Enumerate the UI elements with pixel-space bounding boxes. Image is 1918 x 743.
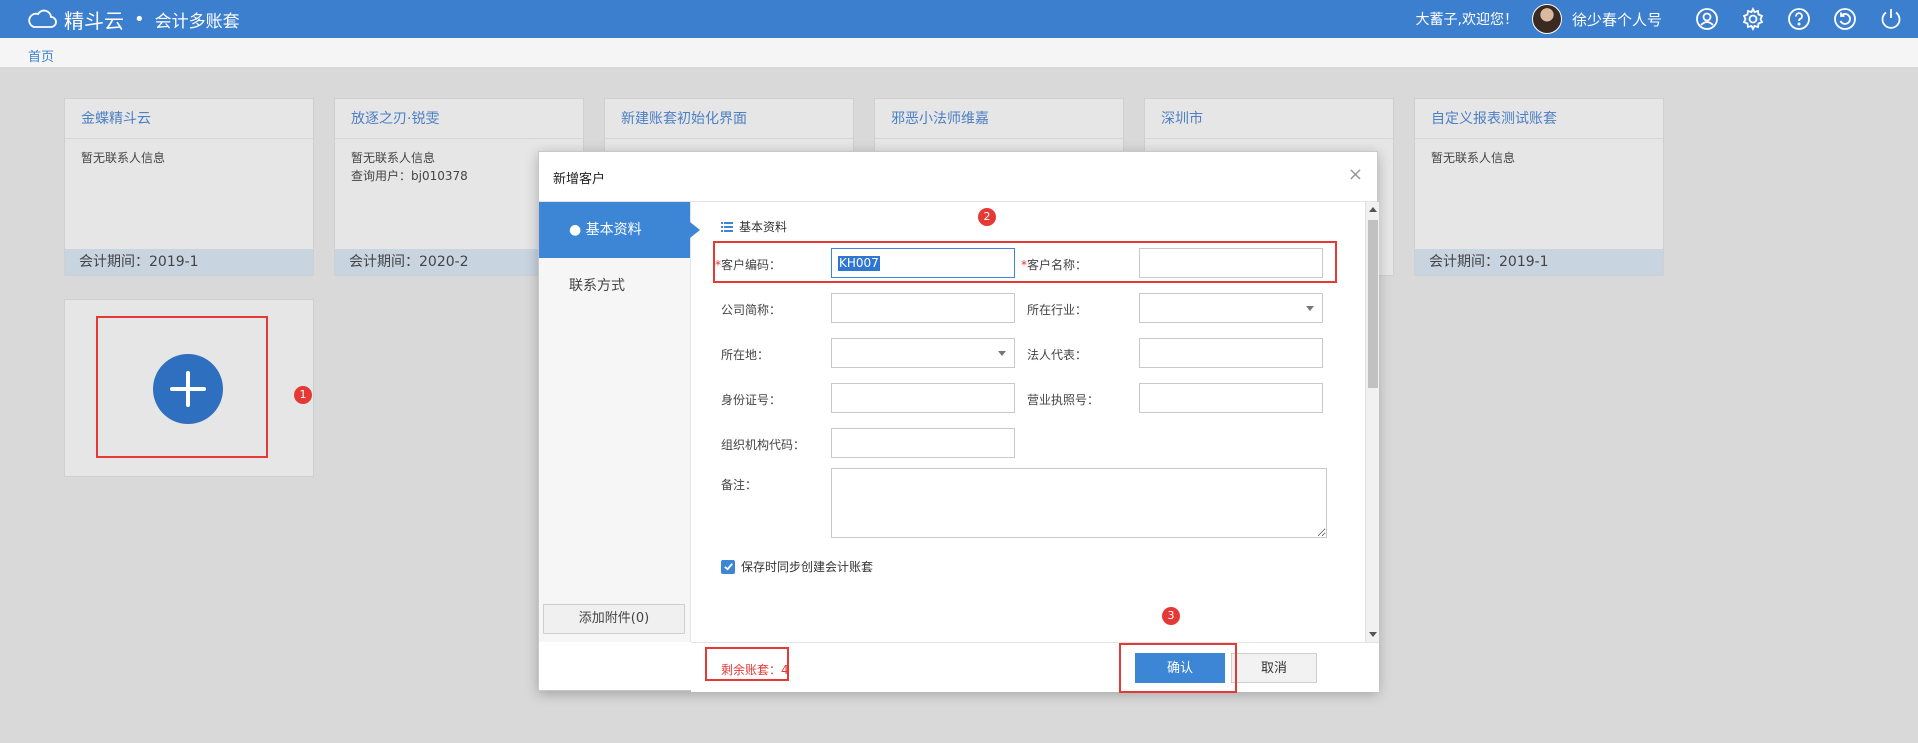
top-bar: 精斗云 • 会计多账套 大蓄子,欢迎您！ 徐少春个人号 (0, 0, 1918, 38)
dialog-sidebar: ● 基本资料 联系方式 添加附件(0) (539, 202, 700, 642)
scrollbar-thumb[interactable] (1368, 220, 1378, 388)
user-area: 大蓄子,欢迎您！ 徐少春个人号 (1416, 0, 1904, 38)
power-icon[interactable] (1878, 6, 1904, 32)
cloud-icon (28, 9, 57, 28)
account-card-period: 会计期间：2019-1 (65, 249, 313, 275)
cancel-button[interactable]: 取消 (1231, 653, 1317, 683)
dialog-content: 基本资料 *客户编码： KH007 *客户名称： 公司简称： 所在行业： 所在地… (691, 202, 1379, 642)
step-badge-2: 2 (978, 208, 996, 226)
add-attachment-button[interactable]: 添加附件(0) (543, 604, 685, 634)
id-number-input[interactable] (831, 383, 1015, 413)
help-icon[interactable] (1786, 6, 1812, 32)
product-name: 会计多账套 (154, 11, 240, 32)
sync-create-label: 保存时同步创建会计账套 (741, 560, 874, 574)
logo[interactable]: 精斗云 • 会计多账套 (26, 4, 240, 34)
welcome-text: 大蓄子,欢迎您！ (1415, 12, 1518, 28)
legal-rep-label: 法人代表： (1027, 348, 1088, 362)
breadcrumb-bar: 首页 (0, 38, 1918, 68)
location-label: 所在地： (721, 348, 770, 362)
brand-separator: • (134, 8, 145, 30)
refresh-icon[interactable] (1832, 6, 1858, 32)
highlight-box-1 (96, 316, 268, 458)
highlight-box-remaining (705, 647, 789, 681)
brand-name: 精斗云 (64, 8, 124, 33)
new-customer-dialog: 新增客户 × ● 基本资料 联系方式 添加附件(0) 基本资料 *客户编码： K… (538, 151, 1379, 693)
vertical-scrollbar[interactable] (1365, 202, 1379, 642)
form-row: 组织机构代码： (691, 428, 1331, 458)
industry-label: 所在行业： (1027, 303, 1088, 317)
account-card-title[interactable]: 放逐之刃·锐雯 (335, 99, 583, 139)
id-number-label: 身份证号： (721, 393, 782, 407)
dialog-title: 新增客户 (553, 172, 606, 187)
highlight-box-2 (713, 241, 1337, 283)
company-abbr-label: 公司简称： (721, 303, 782, 317)
step-badge-1: 1 (294, 386, 312, 404)
section-header: 基本资料 (721, 218, 787, 235)
scroll-down-arrow-icon[interactable] (1369, 632, 1377, 637)
account-card-title[interactable]: 金蝶精斗云 (65, 99, 313, 139)
check-icon (723, 563, 733, 571)
highlight-box-3 (1119, 643, 1237, 693)
step-badge-3: 3 (1162, 607, 1180, 625)
business-license-input[interactable] (1139, 383, 1323, 413)
account-card-title[interactable]: 邪恶小法师维嘉 (875, 99, 1123, 139)
dialog-footer: 剩余账套：4 确认 取消 (691, 642, 1379, 693)
gear-icon[interactable] (1740, 6, 1766, 32)
form-row: 身份证号： 营业执照号： (691, 383, 1331, 413)
form-row: 所在地： 法人代表： (691, 338, 1331, 368)
account-card-period: 会计期间：2019-1 (1415, 249, 1663, 275)
account-card-info: 暂无联系人信息 (1431, 151, 1516, 165)
user-icon[interactable] (1694, 6, 1720, 32)
business-license-label: 营业执照号： (1027, 393, 1100, 407)
account-card-title[interactable]: 深圳市 (1145, 99, 1393, 139)
avatar[interactable] (1531, 4, 1562, 34)
org-code-input[interactable] (831, 428, 1015, 458)
username[interactable]: 徐少春个人号 (1572, 9, 1662, 30)
account-card[interactable]: 自定义报表测试账套 暂无联系人信息 会计期间：2019-1 (1414, 98, 1664, 276)
chevron-down-icon (1306, 306, 1314, 311)
form-row: 公司简称： 所在行业： (691, 293, 1331, 323)
industry-select[interactable] (1139, 293, 1323, 323)
close-icon[interactable]: × (1348, 164, 1363, 185)
dialog-header: 新增客户 × (539, 152, 1377, 202)
remark-label: 备注： (721, 478, 758, 492)
account-card-title[interactable]: 新建账套初始化界面 (605, 99, 853, 139)
home-link[interactable]: 首页 (28, 46, 54, 65)
account-card[interactable]: 金蝶精斗云 暂无联系人信息 会计期间：2019-1 (64, 98, 314, 276)
account-card-info: 暂无联系人信息 (351, 151, 436, 165)
account-card-info: 暂无联系人信息 (81, 151, 166, 165)
sync-create-checkbox[interactable] (721, 559, 735, 574)
tab-basic-info[interactable]: ● 基本资料 (539, 202, 700, 258)
sync-create-option[interactable]: 保存时同步创建会计账套 (721, 558, 873, 575)
company-abbr-input[interactable] (831, 293, 1015, 323)
section-title: 基本资料 (739, 220, 788, 234)
legal-rep-input[interactable] (1139, 338, 1323, 368)
remark-textarea[interactable] (831, 468, 1327, 538)
scroll-up-arrow-icon[interactable] (1369, 207, 1377, 212)
account-card-info: 查询用户：bj010378 (351, 169, 468, 183)
location-select[interactable] (831, 338, 1015, 368)
list-icon (721, 221, 733, 232)
chevron-down-icon (998, 351, 1006, 356)
tab-contact[interactable]: 联系方式 (539, 258, 690, 314)
account-card-title[interactable]: 自定义报表测试账套 (1415, 99, 1663, 139)
org-code-label: 组织机构代码： (721, 438, 806, 452)
